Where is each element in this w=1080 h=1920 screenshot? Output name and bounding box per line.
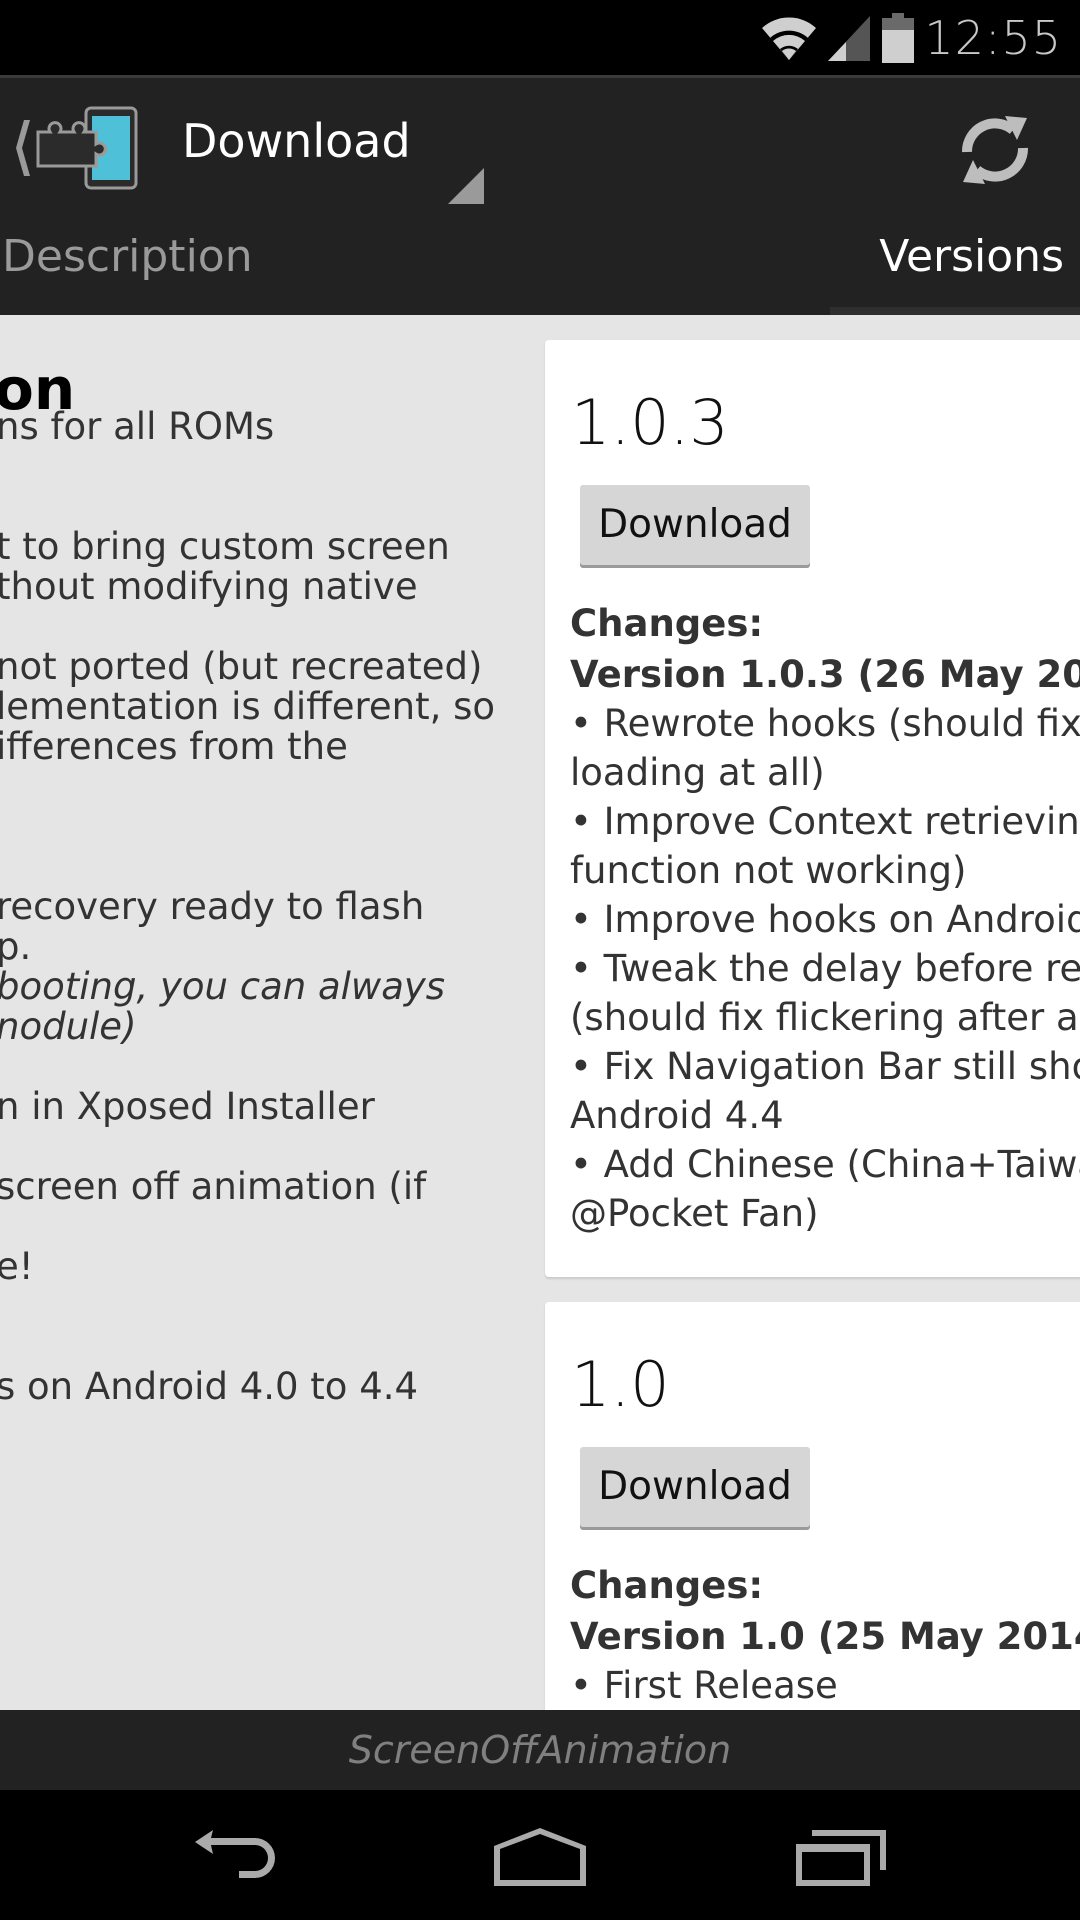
changes-title: Changes: [570, 1564, 764, 1607]
refresh-icon[interactable] [955, 112, 1035, 188]
status-bar: 12:55 [0, 0, 1080, 75]
changes-line: • Improve hooks on Android [570, 898, 1080, 941]
download-button[interactable]: Download [580, 485, 810, 565]
dropdown-indicator-icon[interactable] [448, 168, 484, 204]
description-line: p. [0, 925, 32, 968]
version-card: 1.0 Download Changes: Version 1.0 (25 Ma… [545, 1302, 1080, 1710]
changes-line: (should fix flickering after a [570, 996, 1079, 1039]
navigation-bar [0, 1790, 1080, 1920]
download-button[interactable]: Download [580, 1447, 810, 1527]
tab-versions[interactable]: Versions [879, 231, 1064, 282]
module-name: ScreenOffAnimation [348, 1728, 732, 1772]
changes-line: • Tweak the delay before ren [570, 947, 1080, 990]
content-pager[interactable]: on ns for all ROMs t to bring custom scr… [0, 315, 1080, 1710]
version-number: 1.0 [571, 1348, 670, 1421]
changes-body: Version 1.0 (25 May 2014 / • First Relea… [570, 1612, 1080, 1710]
description-line: s on Android 4.0 to 4.4 [0, 1365, 419, 1408]
description-line: lementation is different, so [0, 685, 496, 728]
status-icons: 12:55 [760, 8, 1062, 68]
changes-line: • Improve Context retrieving [570, 800, 1080, 843]
changes-line: • Add Chinese (China+Taiwa [570, 1143, 1080, 1186]
description-line: thout modifying native [0, 565, 418, 608]
changes-line: • Fix Navigation Bar still sho [570, 1045, 1080, 1088]
version-card: 1.0.3 Download Changes: Version 1.0.3 (2… [545, 340, 1080, 1277]
description-line: ns for all ROMs [0, 405, 275, 448]
version-number: 1.0.3 [571, 386, 729, 459]
tab-bar: Description Versions [0, 213, 1080, 315]
changes-line: • First Release [570, 1664, 838, 1707]
changes-body: Version 1.0.3 (26 May 2014 • Rewrote hoo… [570, 650, 1080, 1238]
description-line: t to bring custom screen [0, 525, 450, 568]
changes-line: Android 4.4 [570, 1094, 784, 1137]
description-line: e! [0, 1245, 34, 1288]
description-line: not ported (but recreated) [0, 645, 483, 688]
action-bar: Download [0, 75, 1080, 213]
changes-line: • Rewrote hooks (should fix [570, 702, 1080, 745]
changes-line: @Pocket Fan) [570, 1192, 819, 1235]
changes-version-header: Version 1.0.3 (26 May 2014 [570, 653, 1080, 696]
tab-description[interactable]: Description [2, 231, 253, 282]
description-line: screen off animation (if [0, 1165, 427, 1208]
description-line: nodule) [0, 1005, 137, 1048]
tab-indicator [830, 307, 1080, 315]
changes-line: loading at all) [570, 751, 825, 794]
recent-apps-icon[interactable] [790, 1828, 890, 1888]
module-name-bar: ScreenOffAnimation [0, 1710, 1080, 1790]
back-icon[interactable] [185, 1828, 285, 1888]
signal-icon [828, 16, 871, 61]
changes-line: function not working) [570, 849, 967, 892]
description-line: recovery ready to flash [0, 885, 425, 928]
xposed-installer-icon[interactable] [8, 106, 138, 190]
home-icon[interactable] [490, 1828, 590, 1888]
description-line: booting, you can always [0, 965, 446, 1008]
page-title[interactable]: Download [182, 114, 411, 168]
changes-title: Changes: [570, 602, 764, 645]
description-line: n in Xposed Installer [0, 1085, 375, 1128]
description-panel: on ns for all ROMs t to bring custom scr… [0, 315, 540, 1710]
changes-version-header: Version 1.0 (25 May 2014 / [570, 1615, 1080, 1658]
wifi-icon [762, 17, 817, 60]
battery-icon [882, 13, 915, 63]
clock: 12:55 [924, 11, 1062, 65]
description-line: ifferences from the [0, 725, 348, 768]
